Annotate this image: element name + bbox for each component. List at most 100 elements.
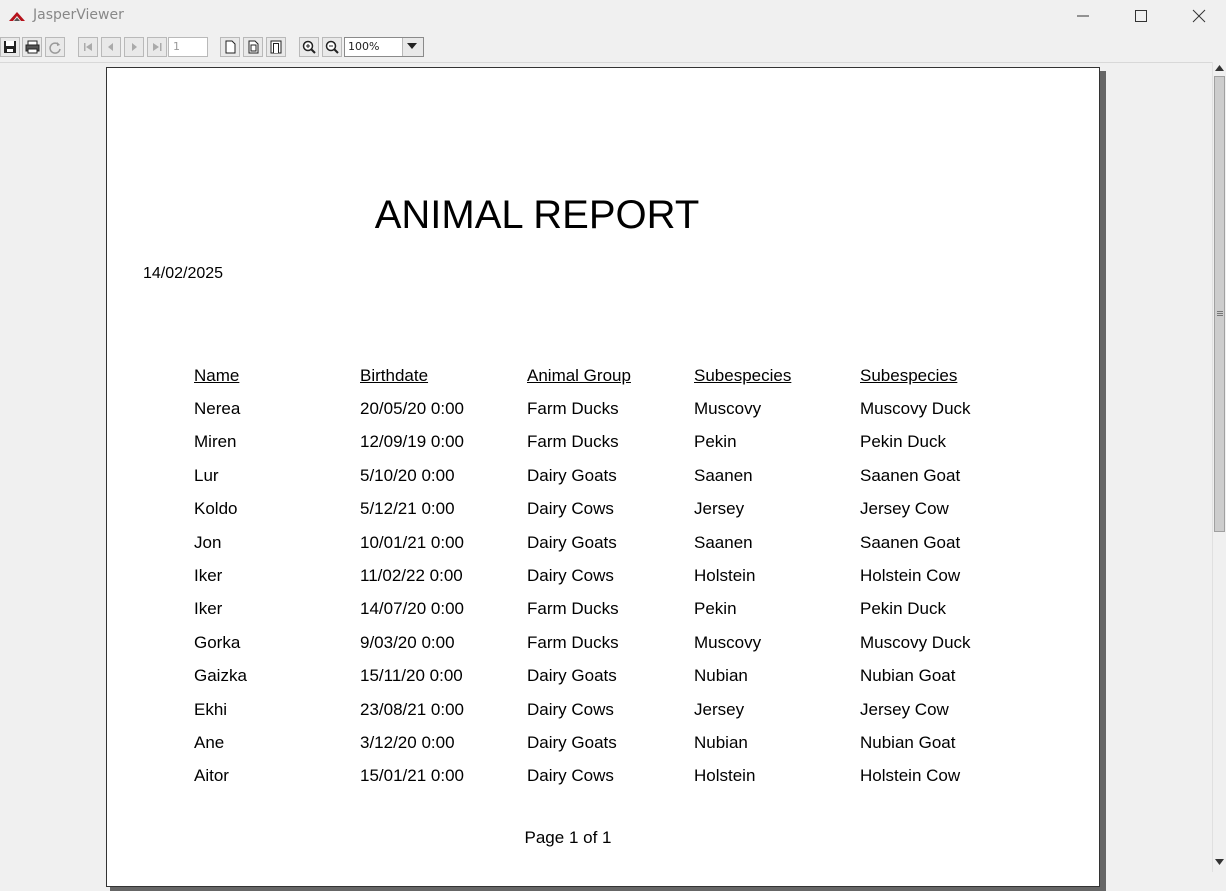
chevron-down-icon	[407, 43, 417, 49]
vertical-scrollbar[interactable]	[1212, 62, 1226, 872]
maximize-icon	[1135, 10, 1147, 22]
cell-name: Gorka	[194, 633, 241, 652]
minimize-button[interactable]	[1054, 0, 1112, 32]
actual-size-icon	[225, 40, 236, 54]
cell-name: Ane	[194, 733, 225, 752]
window-title: JasperViewer	[33, 7, 124, 23]
cell-animal-group: Farm Ducks	[527, 633, 619, 652]
cell-name: Jon	[194, 533, 222, 552]
table-row: Ane 3/12/20 0:00 Dairy Goats Nubian Nubian G…	[107, 733, 1099, 753]
minimize-icon	[1077, 15, 1089, 17]
cell-subespecies: Pekin	[694, 432, 737, 451]
cell-subespecies-full: Muscovy Duck	[860, 633, 971, 652]
column-header-name: Name	[194, 366, 240, 385]
page-footer: Page 1 of 1	[524, 828, 612, 847]
close-button[interactable]	[1170, 0, 1226, 32]
cell-name: Gaizka	[194, 666, 247, 685]
save-icon	[4, 41, 16, 53]
reload-icon	[49, 42, 61, 54]
cell-subespecies: Muscovy	[694, 633, 762, 652]
cell-name: Iker	[194, 599, 223, 618]
column-header-subespecies-full: Subespecies	[860, 366, 958, 385]
table-row: Lur 5/10/20 0:00 Dairy Goats Saanen Saanen G…	[107, 466, 1099, 486]
cell-subespecies: Jersey	[694, 499, 745, 518]
scroll-down-icon[interactable]	[1215, 859, 1224, 865]
zoom-out-button[interactable]	[322, 37, 342, 57]
fit-page-button[interactable]	[243, 37, 263, 57]
column-header-subespecies: Subespecies	[694, 366, 792, 385]
cell-birthdate: 20/05/20 0:00	[360, 399, 464, 418]
cell-name: Iker	[194, 566, 223, 585]
save-button[interactable]	[0, 37, 20, 57]
cell-subespecies: Holstein	[694, 766, 756, 785]
last-page-button[interactable]	[147, 37, 167, 57]
scrollbar-grip	[1217, 313, 1223, 314]
zoom-dropdown-arrow[interactable]	[402, 38, 423, 56]
cell-subespecies-full: Saanen Goat	[860, 533, 961, 552]
fit-width-button[interactable]	[266, 37, 286, 57]
column-header-animal-group: Animal Group	[527, 366, 631, 385]
table-row: Jon 10/01/21 0:00 Dairy Goats Saanen Saanen …	[107, 533, 1099, 553]
table-row: Ekhi 23/08/21 0:00 Dairy Cows Jersey Jersey …	[107, 700, 1099, 720]
cell-birthdate: 12/09/19 0:00	[360, 432, 464, 451]
table-row: Koldo 5/12/21 0:00 Dairy Cows Jersey Jersey …	[107, 499, 1099, 519]
zoom-in-icon	[302, 40, 316, 54]
actual-size-button[interactable]	[220, 37, 240, 57]
scrollbar-thumb[interactable]	[1214, 76, 1225, 532]
cell-animal-group: Dairy Cows	[527, 499, 614, 518]
cell-animal-group: Dairy Cows	[527, 566, 614, 585]
cell-birthdate: 11/02/22 0:00	[360, 566, 463, 585]
cell-birthdate: 23/08/21 0:00	[360, 700, 464, 719]
cell-animal-group: Dairy Goats	[527, 733, 617, 752]
previous-page-icon	[108, 43, 113, 51]
cell-subespecies: Saanen	[694, 466, 753, 485]
cell-animal-group: Dairy Cows	[527, 766, 614, 785]
cell-animal-group: Farm Ducks	[527, 599, 619, 618]
cell-name: Nerea	[194, 399, 241, 418]
page-number-input[interactable]: 1	[168, 37, 208, 57]
first-page-icon	[84, 43, 92, 51]
cell-subespecies-full: Pekin Duck	[860, 599, 946, 618]
cell-subespecies: Saanen	[694, 533, 753, 552]
cell-animal-group: Farm Ducks	[527, 399, 619, 418]
cell-name: Lur	[194, 466, 219, 485]
table-row: Miren 12/09/19 0:00 Farm Ducks Pekin Pekin D…	[107, 432, 1099, 452]
print-button[interactable]	[22, 37, 42, 57]
print-icon	[25, 40, 40, 54]
cell-subespecies: Pekin	[694, 599, 737, 618]
cell-subespecies-full: Saanen Goat	[860, 466, 961, 485]
reload-button[interactable]	[45, 37, 65, 57]
scroll-up-icon[interactable]	[1215, 65, 1224, 71]
report-title: ANIMAL REPORT	[374, 193, 700, 237]
zoom-value: 100%	[348, 40, 380, 53]
first-page-button[interactable]	[78, 37, 98, 57]
cell-subespecies-full: Holstein Cow	[860, 766, 961, 785]
zoom-dropdown[interactable]: 100%	[344, 37, 424, 57]
cell-subespecies-full: Pekin Duck	[860, 432, 946, 451]
cell-subespecies-full: Muscovy Duck	[860, 399, 971, 418]
fit-width-icon	[270, 40, 282, 54]
cell-name: Koldo	[194, 499, 238, 518]
cell-birthdate: 15/11/20 0:00	[360, 666, 463, 685]
cell-name: Miren	[194, 432, 237, 451]
cell-animal-group: Dairy Goats	[527, 533, 617, 552]
cell-subespecies: Nubian	[694, 733, 748, 752]
previous-page-button[interactable]	[101, 37, 121, 57]
scrollbar-grip	[1217, 311, 1223, 312]
cell-birthdate: 3/12/20 0:00	[360, 733, 455, 752]
cell-animal-group: Dairy Goats	[527, 666, 617, 685]
table-row: Iker 14/07/20 0:00 Farm Ducks Pekin Pekin Du…	[107, 599, 1099, 619]
cell-subespecies-full: Nubian Goat	[860, 733, 956, 752]
table-row: Nerea 20/05/20 0:00 Farm Ducks Muscovy Musco…	[107, 399, 1099, 419]
title-bar: JasperViewer	[0, 0, 1226, 32]
report-date: 14/02/2025	[143, 265, 224, 282]
zoom-out-icon	[325, 40, 339, 54]
last-page-icon	[153, 43, 162, 51]
cell-subespecies: Holstein	[694, 566, 756, 585]
maximize-button[interactable]	[1112, 0, 1170, 32]
table-row: Iker 11/02/22 0:00 Dairy Cows Holstein Holst…	[107, 566, 1099, 586]
next-page-button[interactable]	[124, 37, 144, 57]
cell-name: Aitor	[194, 766, 229, 785]
next-page-icon	[132, 43, 137, 51]
zoom-in-button[interactable]	[299, 37, 319, 57]
